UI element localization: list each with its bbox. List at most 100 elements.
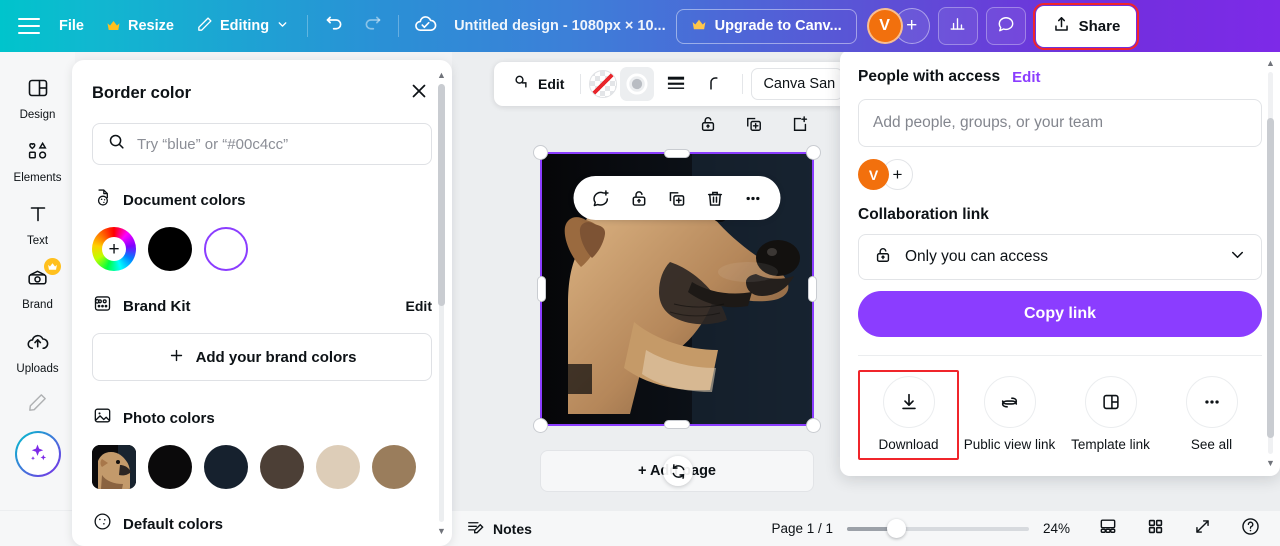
undo-button[interactable] [315, 7, 353, 45]
draw-tool-button[interactable] [26, 391, 49, 419]
access-level-select[interactable]: Only you can access [858, 234, 1262, 280]
share-panel-scrollbar[interactable]: ▲ ▼ [1266, 58, 1275, 468]
sidebar-item-elements[interactable]: Elements [5, 131, 71, 190]
avatar[interactable]: V [866, 8, 903, 44]
photo-swatch-3[interactable] [260, 445, 304, 489]
resize-handle-tr[interactable] [806, 145, 821, 160]
lock-icon[interactable] [622, 181, 657, 216]
file-menu-button[interactable]: File [48, 11, 95, 41]
expand-icon [1193, 517, 1212, 541]
black-swatch[interactable] [148, 227, 192, 271]
share-button[interactable]: Share [1032, 2, 1140, 50]
sidebar-item-uploads[interactable]: Uploads [5, 321, 71, 381]
page-title: Border color [92, 84, 192, 102]
photo-swatch-5[interactable] [372, 445, 416, 489]
comments-button[interactable] [985, 7, 1026, 45]
no-color-swatch[interactable] [589, 70, 618, 98]
add-people-field[interactable] [858, 99, 1262, 147]
border-color-ring-button[interactable] [620, 67, 655, 101]
resize-handle-top[interactable] [664, 149, 690, 158]
copy-link-button[interactable]: Copy link [858, 291, 1262, 337]
magic-studio-button[interactable] [15, 431, 61, 477]
zoom-controls: Page 1 / 1 24% [771, 511, 1266, 546]
scroll-up-arrow[interactable]: ▲ [1266, 58, 1275, 68]
document-colors-header: Document colors [92, 187, 432, 213]
download-action[interactable]: Download [858, 370, 959, 460]
close-icon[interactable] [406, 78, 432, 109]
add-people-input[interactable] [873, 114, 1247, 132]
scroll-down-arrow[interactable]: ▼ [437, 526, 446, 536]
panel-scrollbar[interactable]: ▲ ▼ [437, 70, 446, 536]
resize-handle-right[interactable] [808, 276, 817, 302]
pen-draw-icon [26, 394, 49, 418]
share-panel: People with access Edit V + Collaboratio… [840, 50, 1280, 476]
more-dots-icon[interactable] [736, 181, 771, 216]
selected-image-element[interactable] [533, 145, 821, 433]
comment-add-icon[interactable] [584, 181, 619, 216]
lock-icon[interactable] [698, 114, 718, 139]
help-button[interactable] [1235, 511, 1266, 546]
scrollbar-thumb[interactable] [438, 84, 445, 306]
design-page[interactable] [533, 116, 821, 433]
share-avatars: V + [858, 159, 1262, 190]
resize-handle-br[interactable] [806, 418, 821, 433]
color-search-box[interactable] [92, 123, 432, 165]
resize-handle-bl[interactable] [533, 418, 548, 433]
zoom-slider-knob[interactable] [887, 519, 906, 538]
border-weight-button[interactable] [657, 68, 695, 101]
resize-button[interactable]: Resize [95, 11, 185, 41]
scroll-down-arrow[interactable]: ▼ [1266, 458, 1275, 468]
hamburger-icon [18, 18, 40, 34]
notes-button[interactable]: Notes [466, 518, 532, 540]
color-wheel-add-swatch[interactable] [92, 227, 136, 271]
hamburger-menu-button[interactable] [10, 7, 48, 45]
cloud-saved-button[interactable] [406, 7, 444, 45]
upgrade-to-canva-pro-button[interactable]: Upgrade to Canv... [675, 8, 857, 44]
people-edit-link[interactable]: Edit [1012, 69, 1040, 86]
edit-photo-button[interactable]: Edit [504, 67, 572, 101]
corner-radius-icon [706, 73, 726, 96]
photo-colors-header: Photo colors [92, 405, 432, 431]
resize-handle-left[interactable] [537, 276, 546, 302]
photo-swatch-4[interactable] [316, 445, 360, 489]
see-all-action[interactable]: See all [1161, 370, 1262, 460]
sidebar-item-design[interactable]: Design [5, 68, 71, 127]
redo-button[interactable] [353, 7, 391, 45]
document-title[interactable]: Untitled design - 1080px × 10... [444, 11, 676, 41]
page-view-icon [1098, 516, 1118, 541]
font-family-selector[interactable]: Canva San [751, 68, 844, 100]
avatar[interactable]: V [858, 159, 889, 190]
left-sidebar-rail: Design Elements Text Brand Uploads [0, 52, 75, 546]
resize-handle-tl[interactable] [533, 145, 548, 160]
brand-kit-edit-link[interactable]: Edit [406, 298, 432, 314]
trash-icon[interactable] [698, 181, 733, 216]
zoom-slider[interactable] [847, 519, 1029, 538]
default-colors-header: Default colors [92, 511, 432, 537]
resize-handle-bottom[interactable] [664, 420, 690, 429]
template-link-label: Template link [1071, 437, 1150, 452]
dog-photo-thumbnail[interactable] [92, 445, 136, 489]
editing-mode-button[interactable]: Editing [185, 9, 300, 44]
corner-radius-button[interactable] [698, 67, 734, 102]
photo-swatch-2[interactable] [204, 445, 248, 489]
public-view-link-action[interactable]: Public view link [959, 370, 1060, 460]
template-link-action[interactable]: Template link [1060, 370, 1161, 460]
page-view-button[interactable] [1093, 511, 1123, 546]
grid-view-button[interactable] [1141, 512, 1170, 546]
duplicate-icon[interactable] [744, 114, 764, 139]
white-selected-swatch[interactable] [204, 227, 248, 271]
scroll-up-arrow[interactable]: ▲ [437, 70, 446, 80]
text-t-icon [26, 202, 50, 231]
duplicate-icon[interactable] [660, 181, 695, 216]
insights-button[interactable] [937, 7, 978, 45]
photo-swatch-1[interactable] [148, 445, 192, 489]
add-to-page-icon[interactable] [790, 114, 810, 139]
fullscreen-button[interactable] [1188, 512, 1217, 546]
search-input[interactable] [137, 135, 417, 153]
sidebar-item-brand[interactable]: Brand [5, 257, 71, 317]
sidebar-item-text[interactable]: Text [5, 194, 71, 253]
brand-kit-icon [92, 293, 113, 319]
add-brand-colors-button[interactable]: Add your brand colors [92, 333, 432, 381]
chevron-down-icon [1228, 245, 1247, 269]
scrollbar-thumb[interactable] [1267, 118, 1274, 438]
